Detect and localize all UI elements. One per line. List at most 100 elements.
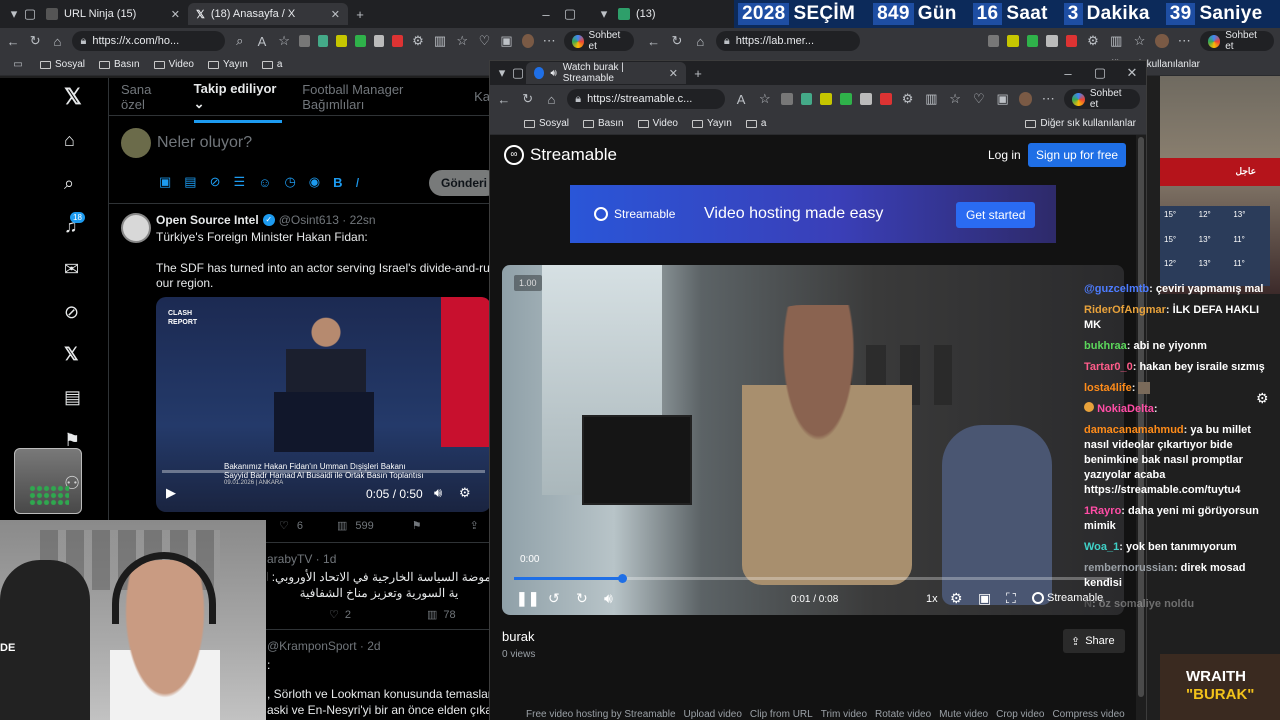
grok-icon[interactable]: ⊘ <box>210 174 221 190</box>
tweet-handle[interactable]: @KramponSport · 2d <box>267 639 381 653</box>
tab-right-window[interactable]: ▾ (13) <box>588 3 664 25</box>
poll-icon[interactable]: ☰ <box>234 174 246 190</box>
back-icon[interactable]: ← <box>646 34 661 49</box>
split-screen-icon[interactable]: ▥ <box>433 33 447 49</box>
bookmark-icon[interactable]: ⚑ <box>412 519 422 532</box>
extension-icon[interactable] <box>1007 35 1019 47</box>
profile-avatar[interactable] <box>1155 34 1169 48</box>
volume-icon[interactable]: 🔊︎ <box>604 590 613 607</box>
extension-icon[interactable] <box>299 35 310 47</box>
bookmark-sosyal[interactable]: Sosyal <box>524 118 569 129</box>
picture-in-picture-icon[interactable]: ▣ <box>978 590 991 607</box>
bookmark-basin[interactable]: Basın <box>583 118 624 129</box>
workspaces-icon[interactable]: ▢ <box>510 65 526 81</box>
share-icon[interactable]: ⇪ <box>470 519 479 532</box>
tab-more[interactable]: Ka <box>474 89 490 104</box>
extension-icon[interactable] <box>840 93 853 105</box>
extension-icon[interactable] <box>355 35 366 47</box>
extension-icon[interactable] <box>820 93 833 105</box>
back-icon[interactable]: ← <box>496 92 512 107</box>
footer-link[interactable]: Clip from URL <box>750 709 813 720</box>
schedule-icon[interactable]: ◷ <box>284 174 295 190</box>
tab-sana-ozel[interactable]: Sana özel <box>121 82 174 112</box>
extension-icon[interactable] <box>317 35 329 47</box>
extensions-icon[interactable]: ⚙ <box>411 33 425 49</box>
home-icon[interactable]: ⌂ <box>693 34 708 49</box>
tab-watch-burak[interactable]: 🔊︎ Watch burak | Streamable ✕ <box>526 62 686 84</box>
refresh-icon[interactable]: ↻ <box>520 91 536 107</box>
address-bar[interactable]: 🔒︎ https://x.com/ho... <box>72 31 225 51</box>
copilot-button[interactable]: Sohbet et <box>1064 88 1141 110</box>
tab-url-ninja[interactable]: URL Ninja (15) ✕ <box>38 3 188 25</box>
bookmark-video[interactable]: Video <box>153 59 194 70</box>
extensions-icon[interactable]: ⚙ <box>1085 33 1100 49</box>
collections-icon[interactable]: ♡ <box>477 33 491 49</box>
video-player[interactable]: 1.00 0:00 ❚❚ ↺ ↻ 🔊︎ 0:01 / 0:08 1x ⚙ ▣ ⛶… <box>502 265 1124 615</box>
promo-banner[interactable]: Streamable Video hosting made easy Get s… <box>570 185 1056 243</box>
chat-settings-icon[interactable]: ⚙ <box>1256 390 1269 407</box>
extension-icon[interactable] <box>373 35 385 47</box>
tweet[interactable]: Open Source Intel ✓ @Osint613 · 22sn Tür… <box>109 205 491 543</box>
tweet-video[interactable]: CLASH REPORT Bakanımız Hakan Fidan'ın Um… <box>156 297 491 512</box>
refresh-icon[interactable]: ↻ <box>28 33 42 49</box>
x-logo-icon[interactable]: 𝕏 <box>64 84 82 110</box>
lists-icon[interactable]: ▤ <box>64 387 81 408</box>
workspaces-icon[interactable]: ▢ <box>22 6 38 22</box>
favorites-icon[interactable]: ☆ <box>455 33 469 49</box>
copilot-button[interactable]: Sohbet et <box>1199 30 1274 52</box>
pause-icon[interactable]: ❚❚ <box>516 590 539 607</box>
footer-link[interactable]: Rotate video <box>875 709 931 720</box>
extension-icon[interactable] <box>780 93 793 105</box>
play-icon[interactable]: ▶ <box>166 485 176 501</box>
minimize-icon[interactable]: – <box>538 7 554 22</box>
reading-list-icon[interactable]: ▭ <box>10 59 26 70</box>
extension-icon[interactable] <box>1026 35 1039 47</box>
favorite-star-icon[interactable]: ☆ <box>757 91 773 107</box>
copilot-button[interactable]: Sohbet et <box>564 30 634 52</box>
extensions-icon[interactable]: ⚙ <box>900 91 916 107</box>
video-progress-track[interactable] <box>162 470 485 473</box>
profile-avatar[interactable] <box>521 34 535 48</box>
tweet-handle[interactable]: @Osint613 · 22sn <box>279 213 376 227</box>
gif-icon[interactable]: ▤ <box>184 174 196 190</box>
favorites-icon[interactable]: ☆ <box>947 91 963 107</box>
rewind-icon[interactable]: ↺ <box>548 590 560 607</box>
close-icon[interactable]: ✕ <box>331 8 340 21</box>
avatar[interactable] <box>121 213 151 243</box>
footer-link[interactable]: Trim video <box>821 709 867 720</box>
profile-avatar[interactable] <box>1018 92 1033 106</box>
settings-gear-icon[interactable]: ⚙ <box>950 590 963 607</box>
refresh-icon[interactable]: ↻ <box>669 33 684 49</box>
views-icon[interactable]: ▥ <box>427 608 437 621</box>
bookmark-yayin[interactable]: Yayın <box>208 59 248 70</box>
extension-icon[interactable] <box>392 35 403 47</box>
bookmark-sosyal[interactable]: Sosyal <box>40 59 85 70</box>
tab-football-manager[interactable]: Football Manager Bağımlıları <box>302 82 454 112</box>
footer-link[interactable]: Upload video <box>684 709 742 720</box>
more-icon[interactable]: ⋯ <box>1177 33 1192 49</box>
tab-anasayfa-x[interactable]: 𝕏 (18) Anasayfa / X ✕ <box>188 3 348 25</box>
more-icon[interactable]: ⋯ <box>1040 91 1056 107</box>
footer-link[interactable]: Free video hosting by Streamable <box>526 709 676 720</box>
media-icon[interactable]: ▣ <box>159 174 171 190</box>
read-aloud-icon[interactable]: A <box>255 34 269 49</box>
get-started-button[interactable]: Get started <box>956 202 1036 228</box>
streamable-logo[interactable]: ∞ Streamable <box>504 145 617 165</box>
home-icon[interactable]: ⌂ <box>64 130 75 151</box>
downloads-icon[interactable]: ▣ <box>995 91 1011 107</box>
bold-icon[interactable]: B <box>333 175 342 190</box>
italic-icon[interactable]: I <box>356 175 360 190</box>
seek-thumb[interactable] <box>617 574 627 583</box>
compose-input[interactable]: Neler oluyor? <box>157 134 252 152</box>
close-icon[interactable]: ✕ <box>171 8 180 21</box>
close-window-icon[interactable]: ✕ <box>1124 65 1140 81</box>
new-tab-icon[interactable]: + <box>690 66 706 81</box>
footer-link[interactable]: Crop video <box>996 709 1044 720</box>
volume-icon[interactable]: 🔊︎ <box>434 485 442 501</box>
downloads-icon[interactable]: ▣ <box>499 33 513 49</box>
premium-x-icon[interactable]: 𝕏 <box>64 344 79 365</box>
extension-icon[interactable] <box>987 35 1000 47</box>
home-icon[interactable]: ⌂ <box>50 34 64 49</box>
bookmark-basin[interactable]: Basın <box>99 59 140 70</box>
favorite-star-icon[interactable]: ☆ <box>277 33 291 49</box>
